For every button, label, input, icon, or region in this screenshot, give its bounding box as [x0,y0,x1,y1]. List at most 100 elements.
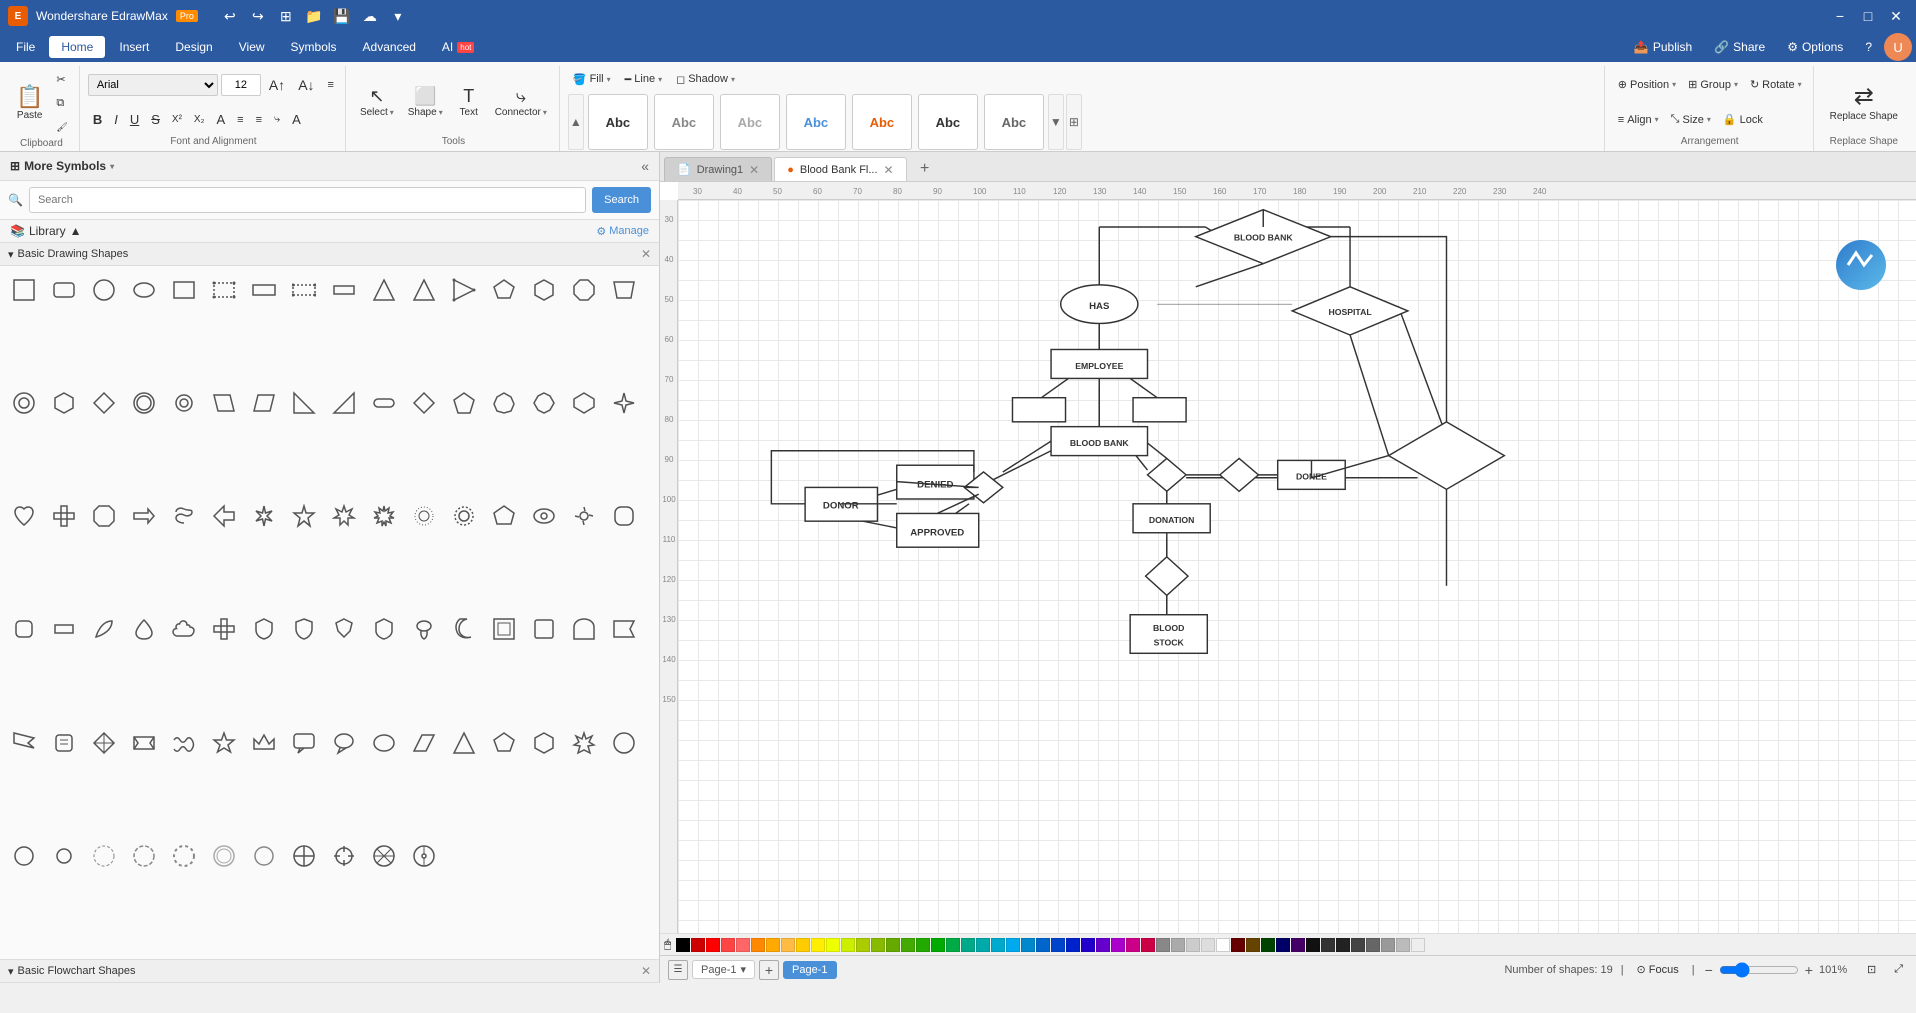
color-black[interactable] [676,938,690,952]
fit-page-btn[interactable]: ⊡ [1862,959,1881,981]
more-btn[interactable]: ▾ [386,4,410,28]
shape-triangle[interactable] [366,272,402,308]
node-diamond-bottom[interactable] [1146,557,1188,596]
shape-scroll[interactable] [46,725,82,761]
shape-cross[interactable] [46,498,82,534]
shape-ring3[interactable] [206,838,242,874]
style-1[interactable]: Abc [588,94,648,150]
shape-wheel[interactable] [406,838,442,874]
bold-btn[interactable]: B [88,109,107,131]
highlight-btn[interactable]: A [287,109,306,131]
styles-expand[interactable]: ⊞ [1066,94,1082,150]
minimize-btn[interactable]: − [1828,4,1852,28]
style-7[interactable]: Abc [984,94,1044,150]
color-yellow2[interactable] [811,938,825,952]
shape-acorn[interactable] [406,611,442,647]
shape-circle-md[interactable] [6,838,42,874]
shape-drop[interactable] [126,611,162,647]
position-btn[interactable]: ⊕ Position ▾ [1613,74,1681,96]
shape-hexagon3[interactable] [526,725,562,761]
shape-cross2[interactable] [206,611,242,647]
color-orange2[interactable] [766,938,780,952]
shape-sunburst[interactable] [406,498,442,534]
maximize-btn[interactable]: □ [1856,4,1880,28]
color-lime3[interactable] [871,938,885,952]
shape-leaf[interactable] [86,611,122,647]
node-small-rect2[interactable] [1133,398,1186,422]
shape-hexagon[interactable] [526,272,562,308]
color-orange3[interactable] [781,938,795,952]
text-color-btn[interactable]: A [211,109,230,131]
color-orange1[interactable] [751,938,765,952]
menu-file[interactable]: File [4,36,47,58]
shape-gear2[interactable] [566,498,602,534]
publish-btn[interactable]: 📤 Publish [1624,36,1702,58]
color-dark2[interactable] [1351,938,1365,952]
shape-shield2[interactable] [286,611,322,647]
color-cyan2[interactable] [1006,938,1020,952]
color-purple1[interactable] [1081,938,1095,952]
shape-round-speech[interactable] [326,725,362,761]
font-size-decrease-btn[interactable]: A↓ [293,74,319,96]
shape-hex4[interactable] [526,385,562,421]
color-gray1[interactable] [1156,938,1170,952]
close-btn[interactable]: ✕ [1884,4,1908,28]
manage-link[interactable]: ⚙ Manage [596,225,649,238]
shape-rounded-box[interactable] [606,498,642,534]
menu-insert[interactable]: Insert [107,36,161,58]
tab-drawing1-close[interactable]: ✕ [749,163,759,177]
list-ordered-btn[interactable]: ≡ [232,109,248,131]
group-btn[interactable]: ⊞ Group ▾ [1683,74,1743,96]
shape-btn[interactable]: ⬜ Shape ▾ [402,76,449,128]
color-charcoal[interactable] [1321,938,1335,952]
shape-triangle2[interactable] [406,272,442,308]
shape-star4[interactable] [606,385,642,421]
shape-right-triangle[interactable] [286,385,322,421]
shape-diamond[interactable] [86,385,122,421]
color-green4[interactable] [931,938,945,952]
shape-shield4[interactable] [366,611,402,647]
text-align-btn[interactable]: ≡ [323,74,339,96]
color-cyan1[interactable] [991,938,1005,952]
shadow-btn[interactable]: ◻ Shadow ▾ [671,68,740,90]
color-yellow1[interactable] [796,938,810,952]
zoom-in-btn[interactable]: + [1803,962,1815,978]
shape-star-badge[interactable] [206,725,242,761]
focus-btn[interactable]: ⊙ Focus [1632,959,1684,981]
shape-frame1[interactable] [486,611,522,647]
collapse-panel-btn[interactable]: « [641,158,649,174]
style-5[interactable]: Abc [852,94,912,150]
zoom-slider[interactable] [1719,962,1799,978]
color-darkpurple[interactable] [1291,938,1305,952]
flowchart-shapes-header[interactable]: ▾ Basic Flowchart Shapes ✕ [0,959,659,983]
styles-scroll-down[interactable]: ▼ [1048,94,1064,150]
size-btn[interactable]: ⤡ Size ▾ [1666,109,1716,131]
shape-small-rect[interactable] [46,611,82,647]
shape-star6[interactable] [326,498,362,534]
shape-shield3[interactable] [326,611,362,647]
lock-btn[interactable]: 🔒 Lock [1718,109,1768,131]
format-copy-btn[interactable]: 🖌 [51,116,72,138]
shape-circle2[interactable] [166,385,202,421]
style-6[interactable]: Abc [918,94,978,150]
menu-symbols[interactable]: Symbols [279,36,349,58]
cut-btn[interactable]: ✂ [51,68,72,90]
color-teal1[interactable] [961,938,975,952]
search-button[interactable]: Search [592,187,651,213]
color-light3[interactable] [1411,938,1425,952]
shape-aperture[interactable] [366,838,402,874]
open-btn[interactable]: 📁 [302,4,326,28]
font-family-select[interactable]: Arial Times New Roman Calibri [88,74,218,96]
shape-oval-full[interactable] [366,725,402,761]
search-input[interactable] [29,187,586,213]
shape-oval[interactable] [126,272,162,308]
style-3[interactable]: Abc [720,94,780,150]
color-mid1[interactable] [1366,938,1380,952]
tab-bloodbank-close[interactable]: ✕ [884,163,894,177]
new-btn[interactable]: ⊞ [274,4,298,28]
text-direction-btn[interactable]: ⤷ [269,109,285,131]
shape-circle[interactable] [86,272,122,308]
shape-star6-1[interactable] [246,498,282,534]
color-blue4[interactable] [1066,938,1080,952]
account-btn[interactable]: U [1884,33,1912,61]
